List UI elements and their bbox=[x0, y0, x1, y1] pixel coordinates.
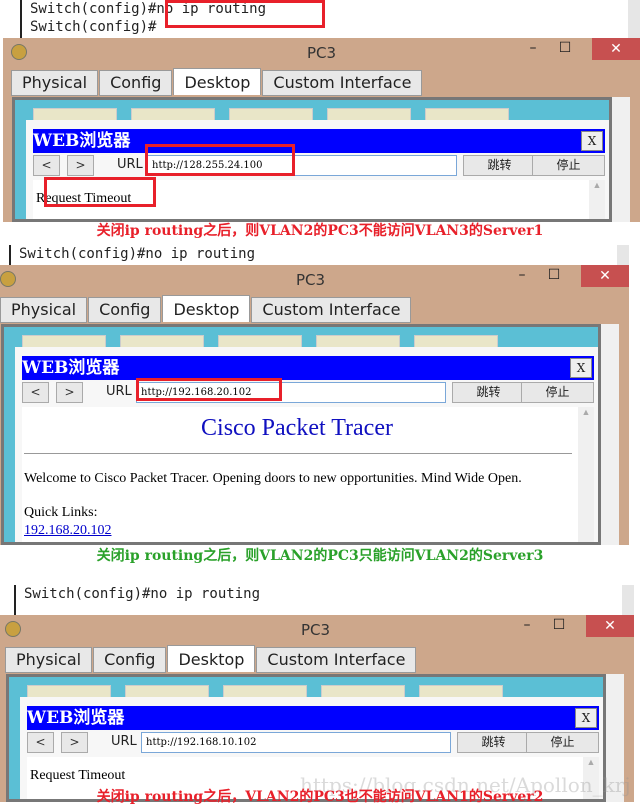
page-text: Request Timeout bbox=[30, 768, 126, 783]
caption: 关闭ip routing之后，VLAN2的PC3也不能访问VLAN1的Serve… bbox=[96, 789, 544, 805]
cli-scrollbar[interactable] bbox=[628, 0, 640, 38]
terminal-line: Switch(config)#no ip routing bbox=[19, 246, 256, 262]
switch-cli: Switch(config)#no ip routing bbox=[9, 245, 629, 265]
go-button[interactable]: 跳转 bbox=[457, 732, 530, 753]
pc3-window: PC3 – ☐ ✕ Physical Config Desktop Custom In… bbox=[0, 265, 629, 545]
app-icon bbox=[11, 44, 27, 60]
app-icon bbox=[0, 271, 16, 287]
back-button[interactable]: < bbox=[22, 382, 49, 403]
maximize-icon[interactable]: ☐ bbox=[539, 265, 569, 287]
screenshot-collage: Switch(config)#no ip routing Switch(confi… bbox=[0, 0, 640, 808]
divider bbox=[24, 453, 572, 454]
tab-custom-interface[interactable]: Custom Interface bbox=[262, 70, 423, 96]
tab-physical[interactable]: Physical bbox=[11, 70, 99, 96]
back-button[interactable]: < bbox=[33, 155, 60, 176]
app-icon bbox=[5, 621, 21, 637]
browser-title: WEB浏览器 bbox=[33, 131, 131, 151]
close-icon[interactable]: ✕ bbox=[581, 265, 629, 287]
url-bar: < > URL http://192.168.20.102 跳转 停止 bbox=[22, 382, 594, 404]
url-input[interactable]: http://192.168.10.102 bbox=[141, 732, 451, 753]
highlight-box bbox=[44, 177, 156, 207]
switch-cli: Switch(config)#no ip routing Switch(confi… bbox=[20, 0, 640, 38]
forward-button[interactable]: > bbox=[56, 382, 83, 403]
caption: 关闭ip routing之后，则VLAN2的PC3不能访问VLAN3的Serve… bbox=[96, 223, 544, 239]
screenshot-panel: Switch(config)#no ip routing Switch(confi… bbox=[0, 0, 640, 222]
tab-custom-interface[interactable]: Custom Interface bbox=[251, 297, 412, 323]
switch-cli: Switch(config)#no ip routing bbox=[14, 585, 634, 615]
url-label: URL bbox=[106, 384, 132, 399]
browser-titlebar: WEB浏览器 X bbox=[33, 129, 605, 153]
tab-config[interactable]: Config bbox=[93, 647, 167, 673]
highlight-box bbox=[145, 144, 295, 176]
highlight-box bbox=[165, 0, 325, 28]
screenshot-panel: Switch(config)#no ip routing PC3 – ☐ ✕ P… bbox=[0, 585, 640, 802]
page-scrollbar[interactable]: ▲ bbox=[589, 180, 605, 219]
caption: 关闭ip routing之后，则VLAN2的PC3只能访问VLAN2的Serve… bbox=[96, 548, 544, 564]
url-label: URL bbox=[111, 734, 137, 749]
tab-physical[interactable]: Physical bbox=[0, 297, 88, 323]
tab-config[interactable]: Config bbox=[99, 70, 173, 96]
tab-desktop[interactable]: Desktop bbox=[167, 645, 256, 672]
tab-desktop[interactable]: Desktop bbox=[173, 68, 262, 95]
tab-physical[interactable]: Physical bbox=[5, 647, 93, 673]
back-button[interactable]: < bbox=[27, 732, 54, 753]
url-bar: < > URL http://128.255.24.100 跳转 停止 bbox=[33, 155, 605, 177]
page-heading: Cisco Packet Tracer bbox=[201, 415, 393, 441]
close-icon[interactable]: ✕ bbox=[586, 615, 634, 637]
desktop-area: WEB浏览器 X < > URL http://192.168.20.102 跳转… bbox=[1, 324, 601, 545]
cli-scrollbar[interactable] bbox=[622, 585, 634, 615]
terminal-line: Switch(config)#no ip routing bbox=[24, 586, 261, 602]
cli-scrollbar[interactable] bbox=[617, 245, 629, 265]
browser-close-button[interactable]: X bbox=[575, 708, 597, 728]
terminal-line: Switch(config)#no ip routing bbox=[30, 1, 267, 17]
minimize-icon[interactable]: – bbox=[507, 265, 537, 287]
highlight-box bbox=[136, 378, 282, 401]
web-browser: WEB浏览器 X < > URL http://192.168.20.102 跳转… bbox=[15, 347, 598, 542]
tab-custom-interface[interactable]: Custom Interface bbox=[256, 647, 417, 673]
maximize-icon[interactable]: ☐ bbox=[550, 38, 580, 60]
desktop-scrollbar[interactable] bbox=[601, 324, 619, 545]
browser-titlebar: WEB浏览器 X bbox=[27, 706, 599, 730]
terminal-line: Switch(config)# bbox=[30, 19, 157, 35]
minimize-icon[interactable]: – bbox=[512, 615, 542, 637]
forward-button[interactable]: > bbox=[61, 732, 88, 753]
maximize-icon[interactable]: ☐ bbox=[544, 615, 574, 637]
page-scrollbar[interactable]: ▲ bbox=[578, 407, 594, 542]
quick-links-label: Quick Links: bbox=[24, 505, 98, 520]
desktop-scrollbar[interactable] bbox=[612, 97, 630, 222]
browser-titlebar: WEB浏览器 X bbox=[22, 356, 594, 380]
browser-close-button[interactable]: X bbox=[581, 131, 603, 151]
browser-close-button[interactable]: X bbox=[570, 358, 592, 378]
browser-title: WEB浏览器 bbox=[22, 358, 120, 378]
window-title: PC3 bbox=[295, 271, 326, 289]
stop-button[interactable]: 停止 bbox=[521, 382, 594, 403]
window-title: PC3 bbox=[300, 621, 331, 639]
tab-bar: Physical Config Desktop Custom Interface bbox=[5, 645, 417, 673]
tab-bar: Physical Config Desktop Custom Interface bbox=[0, 295, 412, 323]
screenshot-panel: Switch(config)#no ip routing PC3 – ☐ ✕ P… bbox=[0, 245, 640, 545]
minimize-icon[interactable]: – bbox=[518, 38, 548, 60]
close-icon[interactable]: ✕ bbox=[592, 38, 640, 60]
browser-title: WEB浏览器 bbox=[27, 708, 125, 728]
go-button[interactable]: 跳转 bbox=[463, 155, 536, 176]
window-titlebar: PC3 – ☐ ✕ bbox=[3, 38, 640, 68]
stop-button[interactable]: 停止 bbox=[532, 155, 605, 176]
url-bar: < > URL http://192.168.10.102 跳转 停止 bbox=[27, 732, 599, 754]
window-titlebar: PC3 – ☐ ✕ bbox=[0, 615, 634, 645]
tab-config[interactable]: Config bbox=[88, 297, 162, 323]
tab-bar: Physical Config Desktop Custom Interface bbox=[11, 68, 423, 96]
tab-desktop[interactable]: Desktop bbox=[162, 295, 251, 322]
window-titlebar: PC3 – ☐ ✕ bbox=[0, 265, 629, 295]
url-label: URL bbox=[117, 157, 143, 172]
forward-button[interactable]: > bbox=[67, 155, 94, 176]
page-text: Welcome to Cisco Packet Tracer. Opening … bbox=[24, 471, 522, 486]
stop-button[interactable]: 停止 bbox=[526, 732, 599, 753]
window-title: PC3 bbox=[306, 44, 337, 62]
browser-page: Cisco Packet Tracer Welcome to Cisco Pac… bbox=[22, 407, 594, 542]
quick-link[interactable]: 192.168.20.102 bbox=[24, 523, 112, 539]
go-button[interactable]: 跳转 bbox=[452, 382, 525, 403]
